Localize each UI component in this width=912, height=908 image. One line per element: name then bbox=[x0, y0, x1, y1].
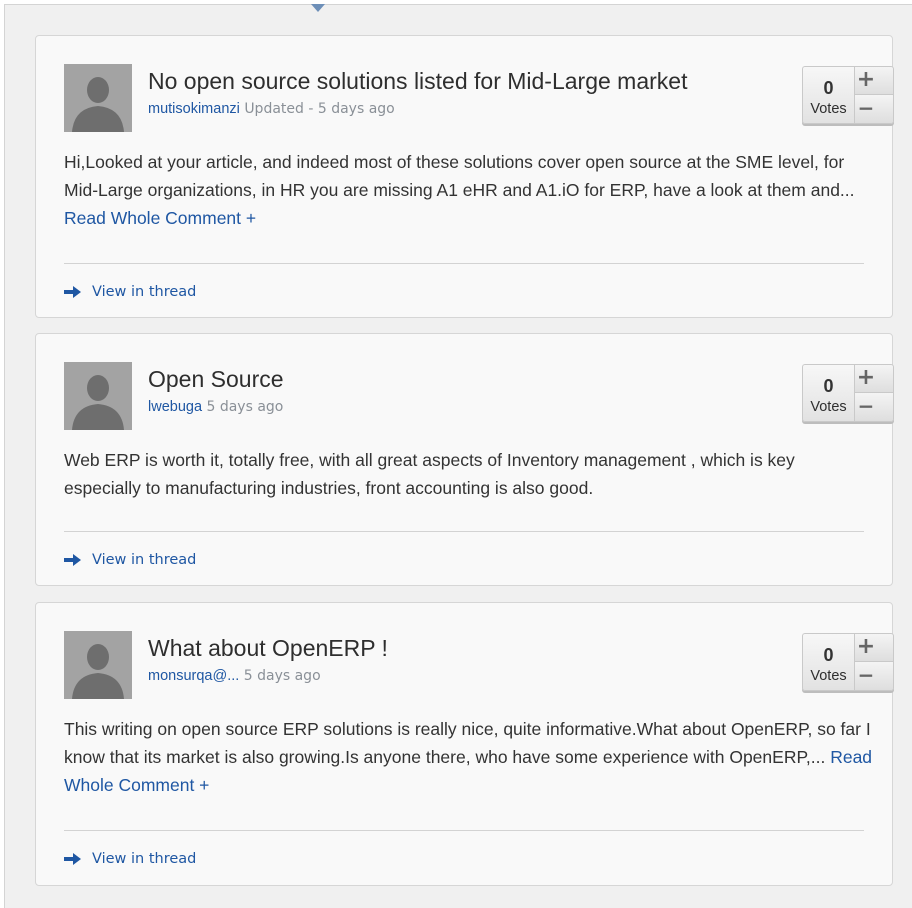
vote-label: Votes bbox=[810, 101, 847, 117]
vote-count-box: 0 Votes bbox=[802, 633, 854, 691]
vote-count-box: 0 Votes bbox=[802, 364, 854, 422]
upvote-button[interactable]: + bbox=[854, 633, 894, 662]
plus-icon: + bbox=[856, 634, 876, 659]
comment-author-link[interactable]: monsurqa@... bbox=[148, 668, 239, 684]
divider bbox=[64, 263, 864, 264]
comment-body-text: This writing on open source ERP solution… bbox=[64, 719, 871, 767]
view-in-thread-link[interactable]: View in thread bbox=[64, 282, 196, 302]
upvote-button[interactable]: + bbox=[854, 66, 894, 95]
arrow-right-icon bbox=[64, 286, 81, 298]
comment-meta: mutisokimanzi Updated - 5 days ago bbox=[148, 99, 395, 119]
comment-body-text: Web ERP is worth it, totally free, with … bbox=[64, 450, 795, 498]
minus-icon: − bbox=[857, 663, 875, 687]
view-in-thread-link[interactable]: View in thread bbox=[64, 550, 196, 570]
comment-timestamp: Updated - 5 days ago bbox=[244, 101, 395, 117]
downvote-button[interactable]: − bbox=[854, 95, 894, 124]
user-silhouette-icon[interactable] bbox=[64, 362, 132, 430]
comment-timestamp: 5 days ago bbox=[206, 399, 284, 415]
upvote-button[interactable]: + bbox=[854, 364, 894, 393]
arrow-right-icon bbox=[64, 554, 81, 566]
downvote-button[interactable]: − bbox=[854, 662, 894, 691]
vote-count: 0 bbox=[823, 376, 834, 396]
comment-timestamp: 5 days ago bbox=[243, 668, 321, 684]
comment-card: Open Source lwebuga 5 days ago 0 Votes +… bbox=[35, 333, 894, 586]
comment-body: Hi,Looked at your article, and indeed mo… bbox=[64, 148, 874, 232]
vote-count: 0 bbox=[823, 645, 834, 665]
comment-meta: lwebuga 5 days ago bbox=[148, 397, 283, 417]
plus-icon: + bbox=[856, 365, 876, 390]
vote-widget: 0 Votes + − bbox=[802, 364, 894, 424]
vote-count: 0 bbox=[823, 78, 834, 98]
comment-title: What about OpenERP ! bbox=[148, 635, 388, 661]
arrow-right-icon bbox=[64, 853, 81, 865]
comment-body-text: Hi,Looked at your article, and indeed mo… bbox=[64, 152, 855, 200]
read-whole-comment-link[interactable]: Read Whole Comment + bbox=[64, 208, 256, 228]
vote-widget: 0 Votes + − bbox=[802, 66, 894, 126]
comment-card: What about OpenERP ! monsurqa@... 5 days… bbox=[35, 602, 894, 886]
vote-widget: 0 Votes + − bbox=[802, 633, 894, 693]
divider bbox=[64, 531, 864, 532]
comment-title: Open Source bbox=[148, 366, 284, 392]
comment-author-link[interactable]: mutisokimanzi bbox=[148, 101, 240, 117]
user-silhouette-icon[interactable] bbox=[64, 64, 132, 132]
panel-pointer-icon bbox=[311, 4, 325, 12]
vote-label: Votes bbox=[810, 399, 847, 415]
view-in-thread-link[interactable]: View in thread bbox=[64, 849, 196, 869]
vote-label: Votes bbox=[810, 668, 847, 684]
divider bbox=[64, 830, 864, 831]
comment-body: Web ERP is worth it, totally free, with … bbox=[64, 446, 874, 502]
downvote-button[interactable]: − bbox=[854, 393, 894, 422]
view-in-thread-label: View in thread bbox=[92, 851, 197, 867]
comment-meta: monsurqa@... 5 days ago bbox=[148, 666, 321, 686]
comment-card: No open source solutions listed for Mid-… bbox=[35, 35, 894, 318]
minus-icon: − bbox=[857, 96, 875, 120]
view-in-thread-label: View in thread bbox=[92, 552, 197, 568]
plus-icon: + bbox=[856, 67, 876, 92]
view-in-thread-label: View in thread bbox=[92, 284, 197, 300]
comment-title: No open source solutions listed for Mid-… bbox=[148, 68, 688, 94]
minus-icon: − bbox=[857, 394, 875, 418]
comment-body: This writing on open source ERP solution… bbox=[64, 715, 874, 799]
user-silhouette-icon[interactable] bbox=[64, 631, 132, 699]
comment-author-link[interactable]: lwebuga bbox=[148, 399, 202, 415]
vote-count-box: 0 Votes bbox=[802, 66, 854, 124]
